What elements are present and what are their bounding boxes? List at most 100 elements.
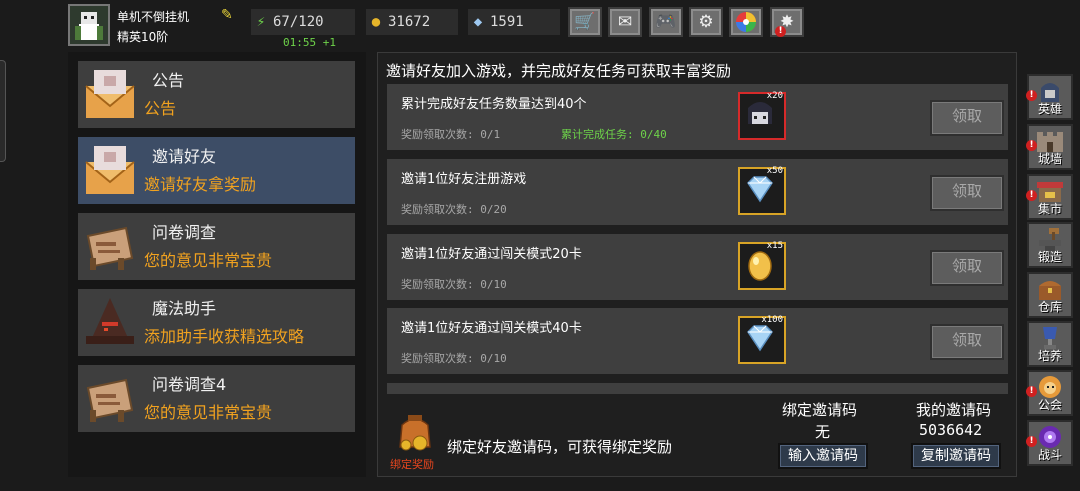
envelope-icon <box>85 146 135 194</box>
reward-item[interactable]: x20 <box>738 91 786 140</box>
nav-label: 锻造 <box>1037 250 1062 264</box>
nav-train[interactable]: 培养 <box>1027 321 1073 367</box>
nav-wall[interactable]: ! 城墙 <box>1026 124 1073 170</box>
side-drawer-tab[interactable] <box>0 60 6 162</box>
input-code-button[interactable]: 输入邀请码 <box>778 443 868 469</box>
quest-row: 邀请1位好友通过闯关模式40卡 奖励领取次数: 0/10 x100 领取 <box>387 308 1008 374</box>
menu-item-title: 邀请好友 <box>152 147 217 166</box>
edit-name-icon[interactable]: ✎ <box>221 7 237 23</box>
gem-icon: ◆ <box>473 14 483 30</box>
reward-item[interactable]: x50 <box>738 166 786 215</box>
menu-item-invite-friends[interactable]: 邀请好友 邀请好友拿奖励 <box>78 137 355 204</box>
menu-item-title: 问卷调查4 <box>152 375 227 394</box>
quest-progress: 累计完成任务: 0/40 <box>561 128 667 141</box>
gem-value: 1591 <box>490 14 524 30</box>
energy-timer: 01:55 +1 <box>283 36 336 49</box>
shop-button[interactable]: 🛒 <box>568 7 602 37</box>
gem-counter: ◆ 1591 <box>468 9 560 35</box>
my-code-header: 我的邀请码 <box>916 401 992 419</box>
quest-title: 邀请1位好友通过闯关模式20卡 <box>401 247 582 262</box>
gamepad-icon: 🎮 <box>655 12 677 32</box>
quest-row: 邀请1位好友注册游戏 奖励领取次数: 0/20 x50 领取 <box>387 159 1008 225</box>
menu-item-subtitle: 邀请好友拿奖励 <box>144 175 257 194</box>
claim-button[interactable]: 领取 <box>930 250 1004 286</box>
firework-button[interactable]: ✸ ! <box>770 7 804 37</box>
bind-reward-icon[interactable] <box>390 405 440 455</box>
quest-title: 邀请1位好友通过闯关模式40卡 <box>401 321 582 336</box>
menu-item-title: 魔法助手 <box>152 299 217 318</box>
color-wheel-icon <box>736 12 756 32</box>
menu-item-subtitle: 添加助手收获精选攻略 <box>144 327 305 346</box>
gold-counter: ● 31672 <box>366 9 458 35</box>
panel-header: 邀请好友加入游戏，并完成好友任务可获取丰富奖励 <box>386 62 732 80</box>
menu-item-title: 公告 <box>152 71 185 90</box>
notification-badge: ! <box>775 26 786 37</box>
quest-claim-count: 奖励领取次数: 0/10 <box>401 352 507 365</box>
nav-label: 英雄 <box>1037 102 1062 116</box>
nav-guild[interactable]: ! 公会 <box>1026 370 1073 416</box>
quest-row: 邀请1位好友通过闯关模式20卡 奖励领取次数: 0/10 x15 领取 <box>387 234 1008 300</box>
menu-item-announcement[interactable]: 公告 公告 <box>78 61 355 128</box>
claim-button[interactable]: 领取 <box>930 100 1004 136</box>
energy-bolt-icon: ⚡ <box>256 14 266 30</box>
menu-item-subtitle: 您的意见非常宝贵 <box>144 403 273 422</box>
nav-battle[interactable]: ! 战斗 <box>1026 420 1073 466</box>
nav-hero[interactable]: ! 英雄 <box>1026 74 1073 120</box>
mail-icon: ✉ <box>617 12 633 32</box>
scroll-map-icon <box>86 378 134 422</box>
envelope-icon <box>85 70 135 118</box>
color-wheel-button[interactable] <box>729 7 763 37</box>
settings-gear-icon: ⚙ <box>698 12 714 32</box>
copy-code-button[interactable]: 复制邀请码 <box>911 443 1001 469</box>
nav-label: 培养 <box>1037 349 1062 363</box>
player-name: 单机不倒挂机 <box>117 10 190 24</box>
reward-item[interactable]: x15 <box>738 241 786 290</box>
nav-label: 战斗 <box>1037 448 1062 462</box>
quest-claim-count: 奖励领取次数: 0/10 <box>401 278 507 291</box>
mail-button[interactable]: ✉ <box>608 7 642 37</box>
nav-label: 城墙 <box>1037 152 1062 166</box>
bind-code-value: 无 <box>815 423 831 441</box>
menu-item-survey[interactable]: 问卷调查 您的意见非常宝贵 <box>78 213 355 280</box>
scroll-map-icon <box>86 226 134 270</box>
nav-label: 集市 <box>1037 202 1062 216</box>
player-avatar[interactable] <box>68 4 110 46</box>
reward-item[interactable]: x100 <box>738 315 786 364</box>
menu-item-magic-assistant[interactable]: 魔法助手 添加助手收获精选攻略 <box>78 289 355 356</box>
quest-list[interactable]: 累计完成好友任务数量达到40个 奖励领取次数: 0/1 累计完成任务: 0/40… <box>387 84 1008 394</box>
bind-code-header: 绑定邀请码 <box>782 401 858 419</box>
nav-label: 公会 <box>1037 398 1062 412</box>
menu-item-title: 问卷调查 <box>152 223 217 242</box>
gold-coin-icon: ● <box>371 14 381 30</box>
quest-row-partial <box>387 383 1008 394</box>
gold-value: 31672 <box>388 14 431 30</box>
nav-label: 仓库 <box>1037 300 1062 314</box>
reward-quantity: x100 <box>761 315 783 325</box>
reward-bag-icon <box>399 415 431 451</box>
reward-quantity: x20 <box>766 91 783 101</box>
nav-warehouse[interactable]: 仓库 <box>1027 272 1073 318</box>
reward-quantity: x50 <box>766 166 783 176</box>
nav-forge[interactable]: 锻造 <box>1027 222 1073 268</box>
menu-item-subtitle: 您的意见非常宝贵 <box>144 251 273 270</box>
bind-reward-label: 绑定奖励 <box>390 458 434 471</box>
quest-title: 累计完成好友任务数量达到40个 <box>401 97 587 112</box>
quest-title: 邀请1位好友注册游戏 <box>401 172 527 187</box>
quest-claim-count: 奖励领取次数: 0/20 <box>401 203 507 216</box>
claim-button[interactable]: 领取 <box>930 324 1004 360</box>
nav-market[interactable]: ! 集市 <box>1026 174 1073 220</box>
my-code-value: 5036642 <box>919 421 983 439</box>
energy-counter: ⚡ 67/120 <box>251 9 355 35</box>
reward-quantity: x15 <box>766 241 783 251</box>
settings-button[interactable]: ⚙ <box>689 7 723 37</box>
bind-message: 绑定好友邀请码，可获得绑定奖励 <box>447 438 673 456</box>
gamepad-button[interactable]: 🎮 <box>649 7 683 37</box>
wizard-portrait-icon <box>70 6 108 44</box>
shop-cart-icon: 🛒 <box>574 12 596 32</box>
quest-row: 累计完成好友任务数量达到40个 奖励领取次数: 0/1 累计完成任务: 0/40… <box>387 84 1008 150</box>
quest-claim-count: 奖励领取次数: 0/1 <box>401 128 501 141</box>
wizard-hat-icon <box>86 298 134 344</box>
claim-button[interactable]: 领取 <box>930 175 1004 211</box>
menu-item-survey-4[interactable]: 问卷调查4 您的意见非常宝贵 <box>78 365 355 432</box>
player-rank: 精英10阶 <box>117 30 169 44</box>
